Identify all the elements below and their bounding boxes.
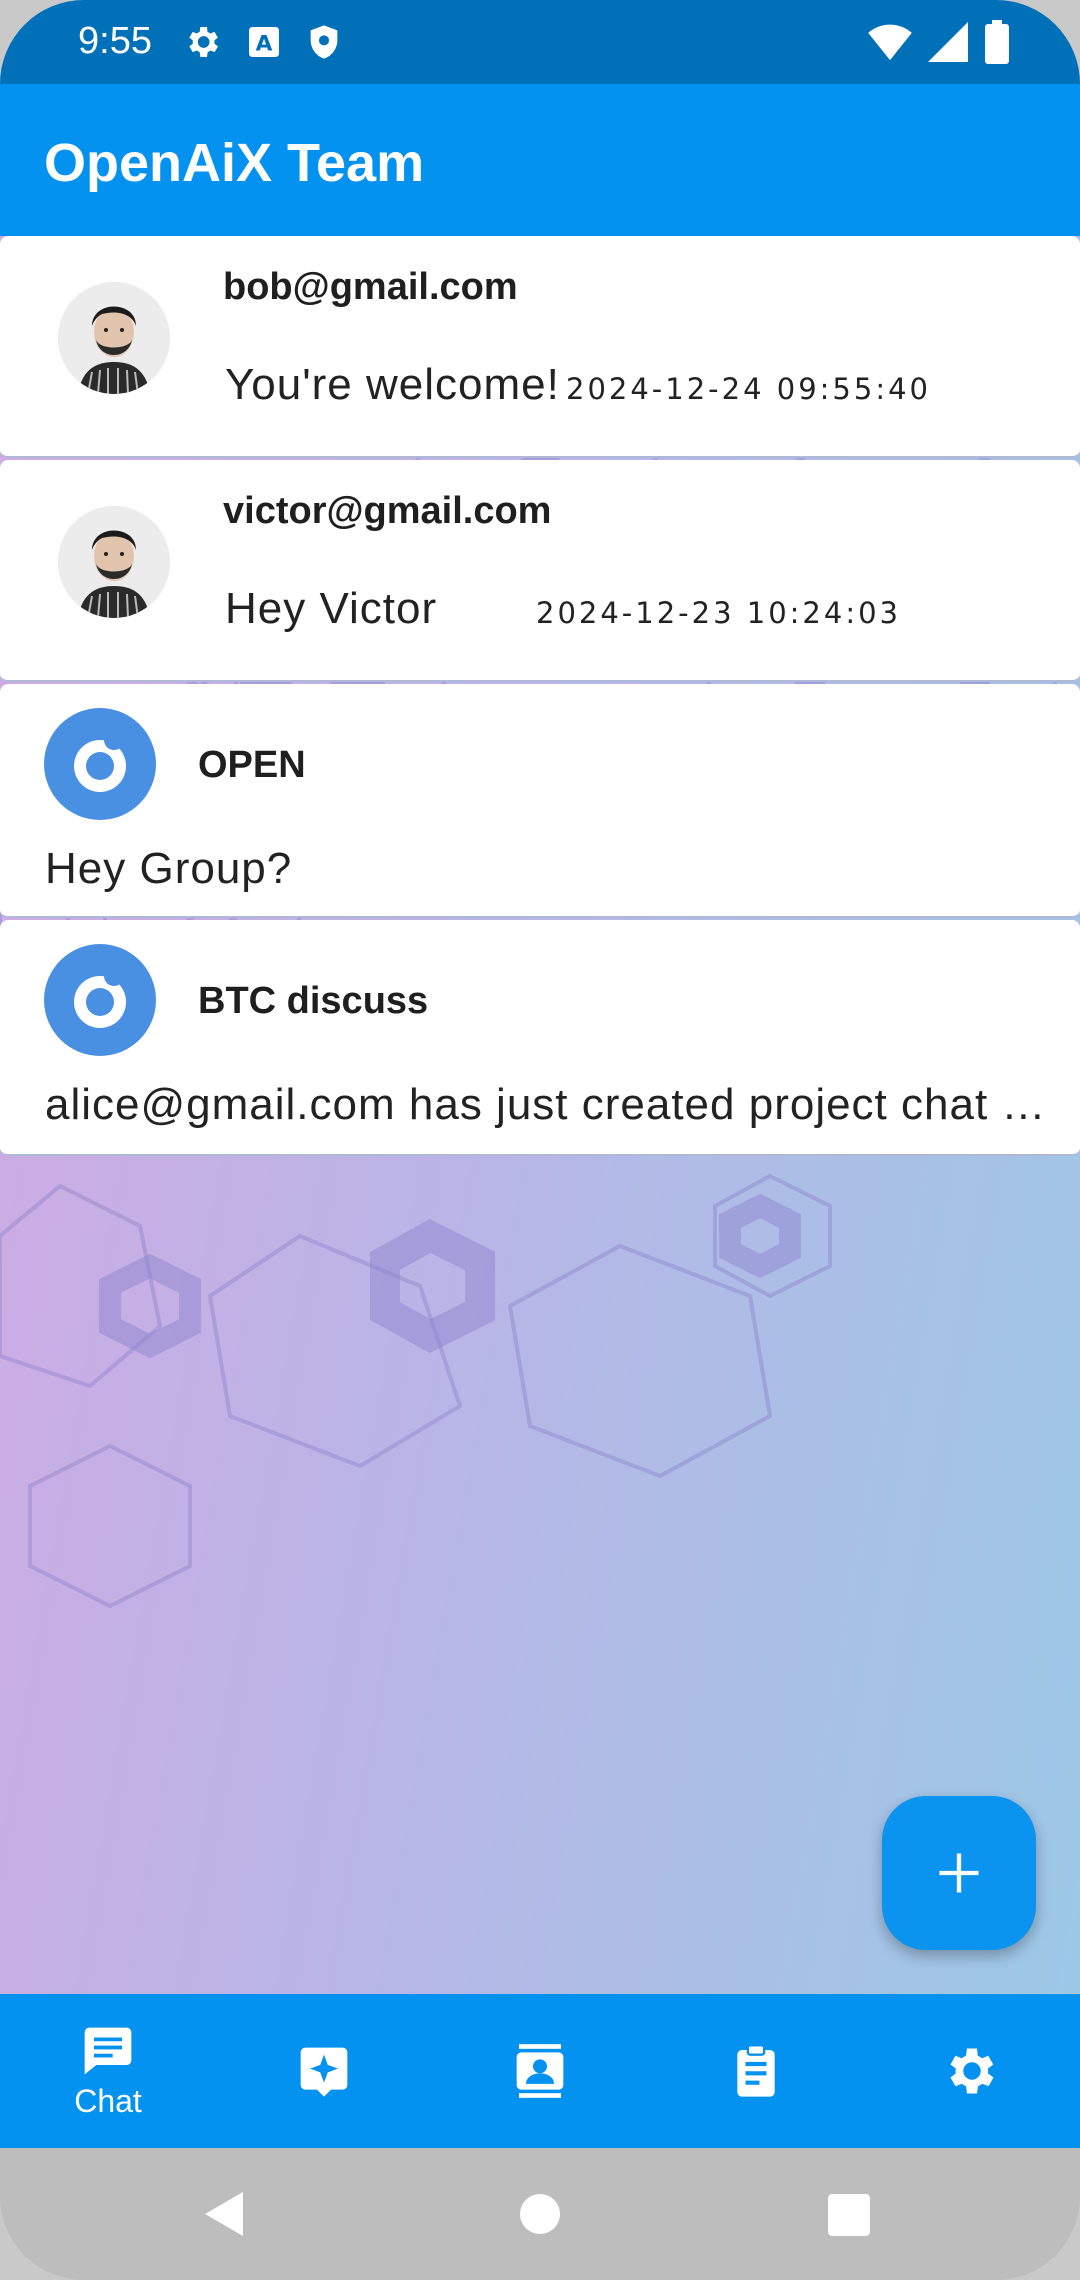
- home-icon[interactable]: [518, 2192, 562, 2236]
- group-logo-icon: [44, 708, 156, 820]
- avatar: [58, 282, 170, 394]
- status-right-icons: [868, 20, 1010, 64]
- chat-item-group-btc[interactable]: BTC discuss alice@gmail.com has just cre…: [0, 920, 1080, 1156]
- nav-tab-ai[interactable]: [216, 1994, 432, 2148]
- contacts-icon: [516, 2044, 564, 2098]
- status-time: 9:55: [78, 20, 152, 62]
- wifi-icon: [868, 24, 912, 61]
- gear-icon: [189, 27, 218, 57]
- recents-icon[interactable]: [828, 2194, 870, 2236]
- svg-text:A: A: [256, 31, 273, 56]
- chat-last-message: Hey Victor: [225, 584, 438, 633]
- phone-screen: 9:55 A OpenAiX Team bob@gmail.com You're…: [0, 0, 1080, 2280]
- chat-last-message: Hey Group?: [45, 844, 293, 893]
- avatar-image: [58, 282, 170, 394]
- nav-tab-settings[interactable]: [864, 1994, 1080, 2148]
- chat-list-area[interactable]: bob@gmail.com You're welcome! 2024-12-24…: [0, 236, 1080, 1994]
- nav-tab-tasks[interactable]: [648, 1994, 864, 2148]
- new-chat-button[interactable]: [882, 1796, 1036, 1950]
- nav-tab-chat[interactable]: Chat: [0, 1994, 216, 2148]
- avatar: [58, 506, 170, 618]
- nav-label-chat: Chat: [74, 2082, 142, 2119]
- shield-icon: [310, 25, 338, 59]
- bottom-navigation: Chat: [0, 1994, 1080, 2148]
- chat-icon: [84, 2027, 132, 2074]
- app-bar: OpenAiX Team: [0, 84, 1080, 236]
- chat-name: BTC discuss: [198, 980, 429, 1022]
- battery-icon: [985, 20, 1009, 64]
- nav-tab-contacts[interactable]: [432, 1994, 648, 2148]
- group-logo-icon: [44, 944, 156, 1056]
- chat-name: OPEN: [198, 744, 306, 786]
- settings-icon: [950, 2048, 994, 2094]
- avatar-image: [58, 506, 170, 618]
- chat-name: victor@gmail.com: [223, 490, 552, 532]
- chat-last-message: You're welcome!: [225, 360, 560, 409]
- ai-sparkle-icon: [300, 2047, 348, 2097]
- chat-item-victor[interactable]: victor@gmail.com Hey Victor 2024-12-23 1…: [0, 460, 1080, 682]
- signal-icon: [928, 22, 968, 62]
- chat-last-message: alice@gmail.com has just created project…: [45, 1080, 1047, 1129]
- back-icon[interactable]: [203, 2190, 247, 2238]
- system-navigation-bar: [0, 2148, 1080, 2280]
- chat-timestamp: 2024-12-24 09:55:40: [566, 372, 931, 406]
- chat-item-bob[interactable]: bob@gmail.com You're welcome! 2024-12-24…: [0, 236, 1080, 458]
- clipboard-icon: [737, 2044, 775, 2097]
- app-title: OpenAiX Team: [44, 133, 425, 193]
- chat-item-group-open[interactable]: OPEN Hey Group?: [0, 684, 1080, 918]
- chat-timestamp: 2024-12-23 10:24:03: [536, 596, 901, 630]
- status-bar: 9:55 A: [0, 0, 1080, 84]
- plus-icon: [939, 1853, 979, 1893]
- a-badge-icon: A: [249, 27, 279, 57]
- chat-name: bob@gmail.com: [223, 266, 518, 308]
